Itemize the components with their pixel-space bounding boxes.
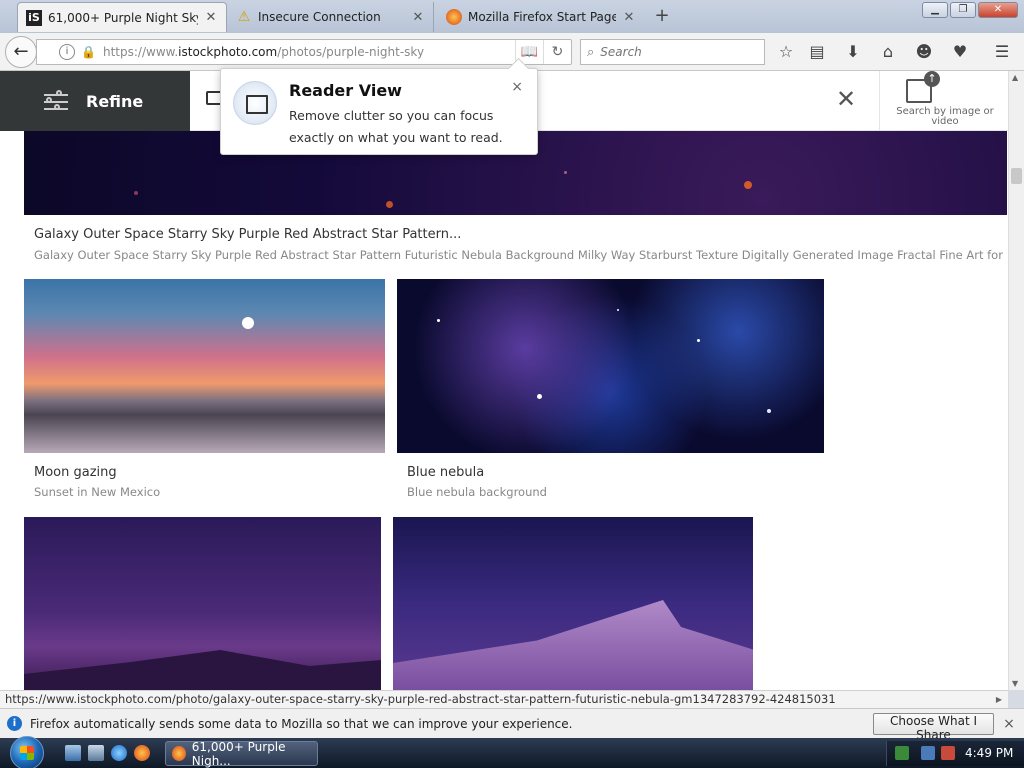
image-subtitle: Blue nebula background <box>407 485 547 499</box>
info-icon: i <box>7 716 22 731</box>
telemetry-notification-bar: i Firefox automatically sends some data … <box>0 708 1024 742</box>
star <box>134 191 138 195</box>
popup-body: Remove clutter so you can focus exactly … <box>289 108 503 145</box>
notification-close-icon[interactable]: × <box>994 716 1024 732</box>
taskbar-firefox-window[interactable]: 61,000+ Purple Nigh... <box>165 739 318 768</box>
tab-close-icon[interactable]: ✕ <box>204 10 218 25</box>
warning-icon: ⚠ <box>237 9 251 25</box>
lock-icon[interactable]: 🔒 <box>81 45 96 59</box>
reading-list-icon[interactable]: ▤ <box>805 40 829 64</box>
network-tray-icon[interactable] <box>921 746 935 760</box>
restore-button[interactable]: ❐ <box>950 2 976 18</box>
tab-istock[interactable]: iS 61,000+ Purple Night Sky S... ✕ <box>17 2 227 32</box>
tab-insecure-connection[interactable]: ⚠ Insecure Connection ✕ <box>228 2 434 32</box>
reader-view-book-icon <box>233 81 277 125</box>
refine-label: Refine <box>86 91 144 111</box>
star <box>437 319 440 322</box>
image-title[interactable]: Galaxy Outer Space Starry Sky Purple Red… <box>34 227 461 242</box>
search-by-image-icon[interactable] <box>906 71 940 103</box>
search-input[interactable] <box>600 45 751 59</box>
scroll-down-arrow-icon[interactable]: ▼ <box>1012 679 1018 688</box>
home-icon[interactable]: ⌂ <box>876 40 900 64</box>
firefox-icon[interactable] <box>134 745 150 761</box>
scroll-up-arrow-icon[interactable]: ▲ <box>1012 73 1018 82</box>
image-subtitle: Galaxy Outer Space Starry Sky Purple Red… <box>34 248 1003 262</box>
moon-gazing-image[interactable] <box>24 279 385 453</box>
info-icon[interactable]: i <box>59 44 75 60</box>
start-button[interactable] <box>10 736 44 768</box>
url-text[interactable]: https://www.istockphoto.com/photos/purpl… <box>103 45 515 59</box>
star <box>744 181 752 189</box>
tab-label: 61,000+ Purple Night Sky S... <box>48 10 198 25</box>
clock[interactable]: 4:49 PM <box>965 746 1013 760</box>
purple-mountain-image[interactable] <box>24 517 381 690</box>
url-bar[interactable]: i 🔒 https://www.istockphoto.com/photos/p… <box>36 39 572 65</box>
security-tray-icon[interactable] <box>895 746 909 760</box>
close-window-button[interactable]: ✕ <box>978 2 1018 18</box>
star <box>564 171 567 174</box>
popup-close-icon[interactable]: × <box>511 79 523 95</box>
pocket-icon[interactable]: ♥ <box>948 40 972 64</box>
star <box>537 394 542 399</box>
web-page: Refine ✕ Search by image or video Galaxy… <box>0 71 1008 690</box>
moon <box>242 317 254 329</box>
chat-icon[interactable]: ☻ <box>912 40 936 64</box>
clear-search-icon[interactable]: ✕ <box>836 85 856 113</box>
popup-title: Reader View <box>289 81 402 100</box>
star <box>386 201 393 208</box>
divider <box>879 71 880 131</box>
istock-favicon-icon: iS <box>26 9 42 26</box>
scroll-right-arrow-icon[interactable]: ▶ <box>996 691 1002 708</box>
switch-windows-icon[interactable] <box>88 745 104 761</box>
menu-icon[interactable]: ☰ <box>990 40 1014 64</box>
search-icon: ⌕ <box>587 44 595 60</box>
scrollbar-thumb[interactable] <box>1011 168 1022 184</box>
search-by-image-label[interactable]: Search by image or video <box>890 107 1000 127</box>
system-tray: 4:49 PM <box>886 741 1024 766</box>
notification-message: Firefox automatically sends some data to… <box>30 716 573 731</box>
download-icon[interactable]: ⬇ <box>841 40 865 64</box>
star <box>697 339 700 342</box>
show-desktop-icon[interactable] <box>65 745 81 761</box>
status-url-text: https://www.istockphoto.com/photo/galaxy… <box>5 692 836 706</box>
tab-close-icon[interactable]: ✕ <box>622 10 636 25</box>
image-subtitle: Sunset in New Mexico <box>34 485 161 499</box>
choose-what-i-share-button[interactable]: Choose What I Share <box>873 712 994 742</box>
url-domain: istockphoto.com <box>178 45 278 59</box>
dune-silhouette <box>393 600 753 690</box>
url-prefix: https://www. <box>103 45 179 59</box>
star <box>767 409 771 413</box>
firefox-icon <box>172 746 186 761</box>
new-tab-button[interactable]: + <box>650 5 674 27</box>
bookmark-star-icon[interactable]: ☆ <box>774 40 798 64</box>
window-controls: ▁ ❐ ✕ <box>922 2 1018 18</box>
reader-view-popup: Reader View Remove clutter so you can fo… <box>220 68 538 155</box>
mountain-silhouette <box>24 650 381 690</box>
internet-explorer-icon[interactable] <box>111 745 127 761</box>
firefox-icon <box>446 9 462 25</box>
tab-label: Mozilla Firefox Start Page <box>468 10 616 24</box>
reload-icon[interactable]: ↻ <box>543 40 571 64</box>
filter-sliders-icon <box>44 90 68 111</box>
back-button[interactable]: ← <box>5 36 37 68</box>
volume-muted-icon[interactable] <box>941 746 955 760</box>
purple-dune-image[interactable] <box>393 517 753 690</box>
taskbar-window-label: 61,000+ Purple Nigh... <box>191 739 286 768</box>
image-title[interactable]: Moon gazing <box>34 465 117 480</box>
refine-button[interactable]: Refine <box>0 71 190 131</box>
status-url-bar: https://www.istockphoto.com/photo/galaxy… <box>0 690 1008 708</box>
star <box>617 309 619 311</box>
blue-nebula-image[interactable] <box>397 279 824 453</box>
back-icon: ← <box>13 41 29 62</box>
image-title[interactable]: Blue nebula <box>407 465 484 480</box>
page-scrollbar[interactable]: ▲ ▼ <box>1008 71 1024 690</box>
tab-close-icon[interactable]: ✕ <box>411 10 425 25</box>
tab-strip: iS 61,000+ Purple Night Sky S... ✕ ⚠ Ins… <box>0 0 1024 33</box>
tab-label: Insecure Connection <box>258 10 381 24</box>
search-box[interactable]: ⌕ <box>580 39 765 65</box>
windows-taskbar: 61,000+ Purple Nigh... 4:49 PM <box>0 736 1024 768</box>
url-path: /photos/purple-night-sky <box>277 45 425 59</box>
minimize-button[interactable]: ▁ <box>922 2 948 18</box>
tab-firefox-start[interactable]: Mozilla Firefox Start Page ✕ <box>438 2 644 32</box>
